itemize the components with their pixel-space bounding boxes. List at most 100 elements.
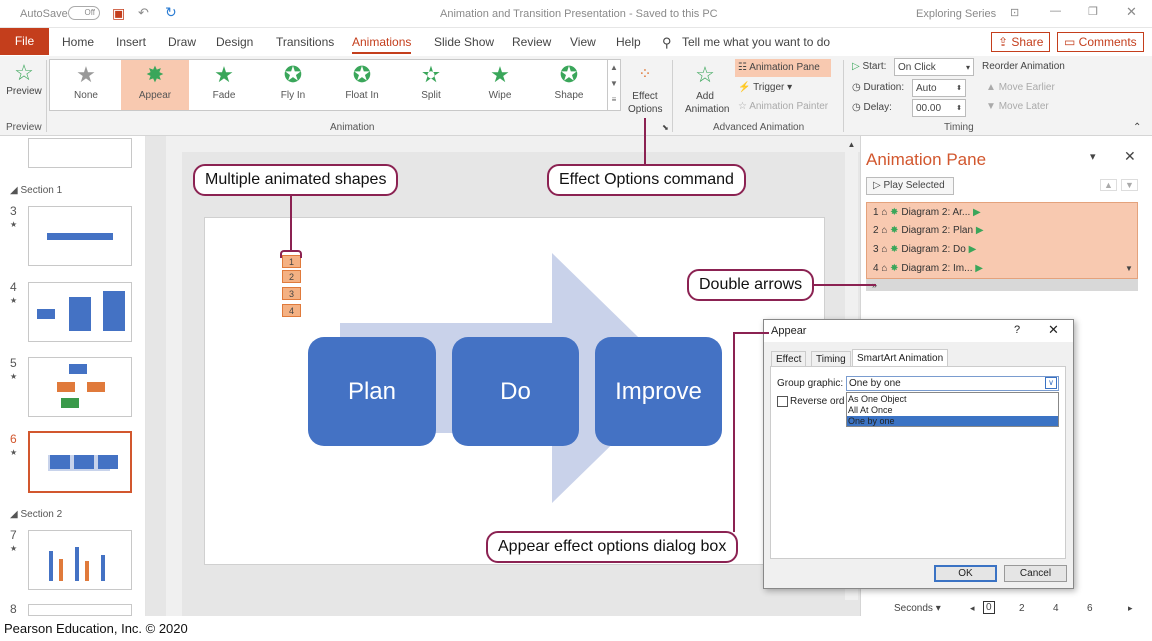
smartart-box-plan[interactable]: Plan — [308, 337, 436, 446]
account-name[interactable]: Exploring Series — [916, 8, 996, 20]
pane-options-icon[interactable]: ▾ — [1090, 150, 1096, 163]
gallery-wipe[interactable]: ★ Wipe — [466, 60, 534, 110]
tab-review[interactable]: Review — [512, 35, 551, 49]
timeline-left-icon[interactable]: ◂ — [970, 603, 975, 614]
option-one-by-one[interactable]: One by one — [848, 416, 895, 426]
gallery-shape[interactable]: ✪ Shape — [535, 60, 603, 110]
animation-order-tag[interactable]: 2 — [282, 270, 301, 283]
animation-list-item[interactable]: 2 ⌂ ✸ Diagram 2: Plan ▶ — [873, 225, 984, 236]
gallery-none[interactable]: ★ None — [52, 60, 120, 110]
gallery-split[interactable]: ✫ Split — [397, 60, 465, 110]
gallery-float-in[interactable]: ✪ Float In — [328, 60, 396, 110]
close-icon[interactable]: ✕ — [1126, 4, 1137, 20]
gallery-fade[interactable]: ★ Fade — [190, 60, 258, 110]
trigger-button[interactable]: ⚡ Trigger ▾ — [738, 82, 792, 93]
redo-icon[interactable]: ↻ — [165, 4, 177, 21]
tab-transitions[interactable]: Transitions — [276, 35, 334, 49]
save-icon[interactable]: ▣ — [112, 5, 125, 22]
collapse-ribbon-icon[interactable]: ⌃ — [1133, 122, 1141, 133]
seconds-dropdown[interactable]: Seconds ▾ — [894, 603, 941, 614]
section-1-header[interactable]: ◢ Section 1 — [10, 185, 62, 196]
callout-leader-line — [290, 196, 292, 252]
preview-button[interactable]: ☆ Preview — [6, 60, 42, 97]
group-graphic-value: One by one — [849, 378, 901, 389]
mouse-icon: ⌂ — [881, 244, 888, 255]
comments-button[interactable]: ▭ Comments — [1057, 32, 1144, 52]
slide-thumbnail-4[interactable] — [28, 282, 132, 342]
reverse-order-checkbox[interactable] — [777, 396, 788, 407]
slide-thumbnail-3[interactable] — [28, 206, 132, 266]
animation-pane-button[interactable]: ☷ Animation Pane — [735, 59, 831, 77]
tab-view[interactable]: View — [570, 35, 596, 49]
dialog-tab-timing[interactable]: Timing — [811, 351, 851, 367]
tab-draw[interactable]: Draw — [168, 35, 196, 49]
animation-list-item[interactable]: 4 ⌂ ✸ Diagram 2: Im... ▶ — [873, 263, 983, 274]
cancel-button[interactable]: Cancel — [1004, 565, 1067, 582]
dialog-tab-smartart-animation[interactable]: SmartArt Animation — [852, 349, 949, 367]
tab-help[interactable]: Help — [616, 35, 641, 49]
expand-double-arrow-icon[interactable]: » — [866, 279, 1138, 291]
gallery-label: Float In — [345, 90, 379, 101]
option-as-one-object[interactable]: As One Object — [848, 394, 907, 404]
duration-text: Duration: — [863, 82, 905, 93]
share-button[interactable]: ⇪ Share — [991, 32, 1051, 52]
slide-thumbnail-8[interactable] — [28, 604, 132, 616]
effect-options-button[interactable]: ⁘ Effect Options — [623, 60, 667, 116]
slide-thumbnail-5[interactable] — [28, 357, 132, 417]
tab-home[interactable]: Home — [62, 35, 94, 49]
restore-icon[interactable]: ❐ — [1088, 5, 1098, 18]
smartart-box-improve[interactable]: Improve — [595, 337, 722, 446]
ok-button[interactable]: OK — [934, 565, 997, 582]
slide-thumbnail-7[interactable] — [28, 530, 132, 590]
tab-insert[interactable]: Insert — [116, 35, 146, 49]
start-dropdown[interactable]: On Click ▾ — [894, 58, 974, 76]
animation-pane-label: Animation Pane — [749, 62, 820, 73]
smartart-box-do[interactable]: Do — [452, 337, 579, 446]
list-scroll-down-icon[interactable]: ▼ — [1125, 264, 1133, 273]
move-up-icon[interactable]: ▲ — [1100, 179, 1117, 191]
slide-number-selected: 6 — [10, 432, 17, 446]
tab-design[interactable]: Design — [216, 35, 253, 49]
animation-order-tag[interactable]: 3 — [282, 287, 301, 300]
minimize-icon[interactable]: — — [1050, 5, 1061, 17]
dialog-launcher-icon[interactable]: ⬊ — [662, 123, 669, 132]
tell-me-search[interactable]: Tell me what you want to do — [682, 35, 830, 49]
option-all-at-once[interactable]: All At Once — [848, 405, 893, 415]
gallery-scroll[interactable]: ▲ ▼ ≡ — [607, 60, 620, 110]
dialog-help-icon[interactable]: ? — [1014, 324, 1020, 336]
ribbon-display-icon[interactable]: ⊡ — [1010, 6, 1019, 19]
group-graphic-label: Group graphic: — [777, 378, 844, 389]
animation-order-tag[interactable]: 4 — [282, 304, 301, 317]
tab-file[interactable]: File — [0, 28, 49, 55]
tab-animations[interactable]: Animations — [352, 35, 412, 54]
triangle-down-icon: ▼ — [986, 101, 996, 112]
pane-close-icon[interactable]: ✕ — [1124, 148, 1136, 165]
none-star-icon: ★ — [76, 62, 96, 87]
undo-icon[interactable]: ↶ — [138, 5, 149, 21]
dialog-close-icon[interactable]: ✕ — [1048, 322, 1059, 338]
tab-slide-show[interactable]: Slide Show — [434, 35, 494, 49]
autosave-toggle[interactable]: Off — [68, 6, 100, 20]
start-text: Start: — [862, 61, 887, 72]
group-graphic-dropdown[interactable]: One by one — [846, 376, 1059, 391]
timeline-right-icon[interactable]: ▸ — [1128, 603, 1133, 614]
item-order: 4 — [873, 263, 879, 274]
animation-painter-label: Animation Painter — [749, 101, 829, 112]
duration-input[interactable]: Auto ⬍ — [912, 79, 966, 97]
section-2-header[interactable]: ◢ Section 2 — [10, 509, 62, 520]
move-down-icon[interactable]: ▼ — [1121, 179, 1138, 191]
gallery-appear[interactable]: ✸ Appear — [121, 60, 189, 110]
delay-input[interactable]: 00.00 ⬍ — [912, 99, 966, 117]
move-later-label: Move Later — [998, 101, 1049, 112]
play-selected-button[interactable]: ▷ Play Selected — [866, 177, 954, 195]
add-animation-button[interactable]: ☆ Add Animation — [676, 60, 734, 116]
clock-icon: ◷ — [852, 102, 861, 113]
gallery-fly-in[interactable]: ✪ Fly In — [259, 60, 327, 110]
slide-thumbnail-2[interactable] — [28, 138, 132, 168]
animation-list-item[interactable]: 1 ⌂ ✸ Diagram 2: Ar... ▶ — [873, 207, 981, 218]
chevron-down-icon[interactable]: ∨ — [1045, 377, 1057, 389]
callout-leader-line — [733, 332, 735, 532]
slide-thumbnail-6[interactable] — [28, 431, 132, 493]
animation-list-item[interactable]: 3 ⌂ ✸ Diagram 2: Do ▶ — [873, 244, 976, 255]
dialog-tab-effect[interactable]: Effect — [771, 351, 807, 367]
